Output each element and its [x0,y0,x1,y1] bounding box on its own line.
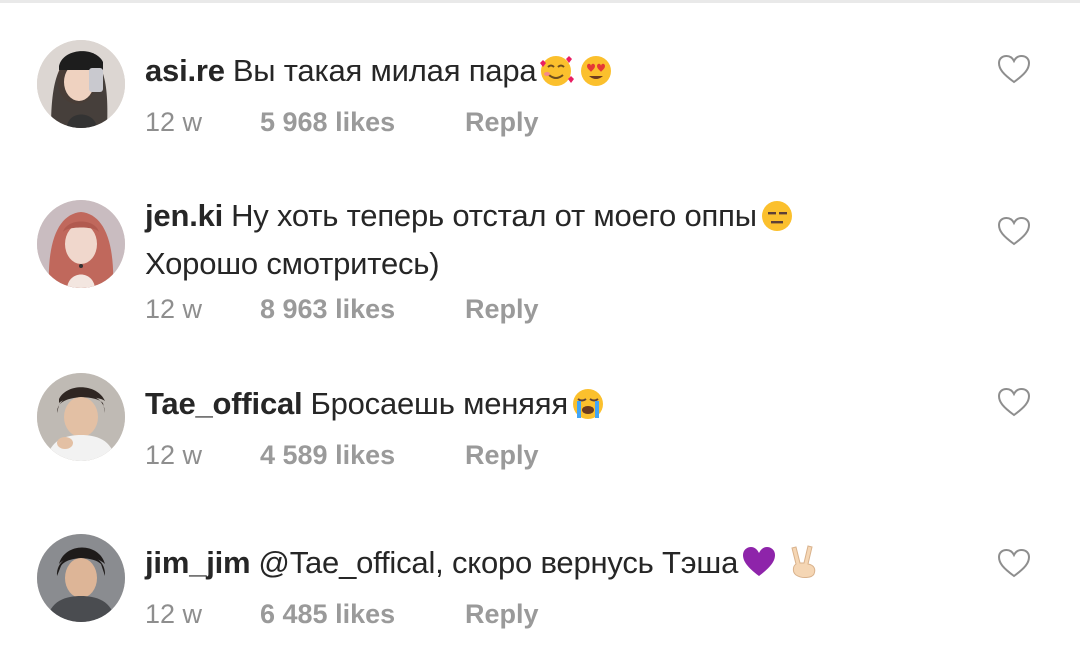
comment-likes[interactable]: 5 968 likes [260,104,395,140]
avatar[interactable] [37,534,125,622]
avatar[interactable] [37,200,125,288]
comment-text-line: Tae_offical Бросаешь меняяя [145,383,965,431]
top-divider [0,0,1080,3]
comment-text: Вы такая милая пара [232,53,537,88]
comment-body: asi.re Вы такая милая пара 12 w 5 968 lik… [145,50,965,140]
comment-time: 12 w [145,294,203,324]
comment-text-line: asi.re Вы такая милая пара [145,50,965,98]
comment-text: @Tae_offical, скоро вернусь Тэша [258,545,739,580]
comment-likes[interactable]: 4 589 likes [260,437,395,473]
victory-hand-emoji [786,543,820,590]
reply-button[interactable]: Reply [465,291,539,327]
comment-username[interactable]: Tae_offical [145,386,303,421]
heart-outline-icon[interactable] [997,54,1031,84]
comment-likes[interactable]: 8 963 likes [260,291,395,327]
loudly-crying-face-emoji [570,386,608,431]
reply-button[interactable]: Reply [465,437,539,473]
comment-meta: 12 w 8 963 likes Reply [145,291,965,327]
purple-heart-emoji [740,545,778,590]
comment-text-line: jim_jim @Tae_offical, скоро вернусь Тэша [145,542,965,590]
comment-meta: 12 w 5 968 likes Reply [145,104,965,140]
comment-text-line-2: Хорошо смотритесь) [145,246,440,281]
comment-time: 12 w [145,440,203,470]
comment-time: 12 w [145,107,203,137]
comment-username[interactable]: asi.re [145,53,225,88]
heart-outline-icon[interactable] [997,387,1031,417]
comment-meta: 12 w 6 485 likes Reply [145,596,965,632]
comment-time: 12 w [145,599,203,629]
comment-text-line: jen.ki Ну хоть теперь отстал от моего опп… [145,195,965,243]
heart-outline-icon[interactable] [997,548,1031,578]
avatar[interactable] [37,373,125,461]
comment-username[interactable]: jim_jim [145,545,251,580]
comment-body: jim_jim @Tae_offical, скоро вернусь Тэша … [145,542,965,632]
comment-text: Бросаешь меняяя [310,386,568,421]
comment-username[interactable]: jen.ki [145,198,223,233]
comment-body: jen.ki Ну хоть теперь отстал от моего опп… [145,195,965,327]
reply-button[interactable]: Reply [465,596,539,632]
avatar[interactable] [37,40,125,128]
heart-outline-icon[interactable] [997,216,1031,246]
smiling-face-with-hearts-emoji [538,53,576,98]
reply-button[interactable]: Reply [465,104,539,140]
comment-meta: 12 w 4 589 likes Reply [145,437,965,473]
expressionless-face-emoji [759,198,797,243]
comment-body: Tae_offical Бросаешь меняяя 12 w 4 589 li… [145,383,965,473]
heart-eyes-emoji [578,53,614,98]
comment-text: Ну хоть теперь отстал от моего оппы [231,198,757,233]
comment-likes[interactable]: 6 485 likes [260,596,395,632]
